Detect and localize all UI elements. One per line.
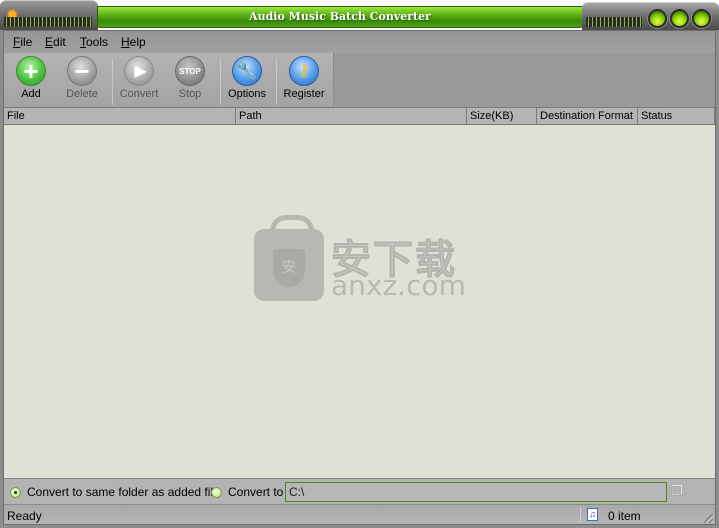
register-button-label: Register xyxy=(283,88,325,100)
title-bar-right-cap xyxy=(582,2,719,30)
file-list-header: File Path Size(KB) Destination Format St… xyxy=(4,108,715,125)
add-button-label: Add xyxy=(21,88,41,100)
maximize-button[interactable] xyxy=(670,9,689,28)
minimize-button[interactable] xyxy=(648,9,667,28)
menu-tools-label: ools xyxy=(86,35,109,49)
browse-folder-icon[interactable]: ❐ xyxy=(671,484,685,498)
column-status[interactable]: Status xyxy=(638,108,715,125)
title-bar[interactable]: ✹ Audio Music Batch Converter xyxy=(0,0,719,30)
wrench-icon: 🔧 xyxy=(232,56,262,86)
delete-button-label: Delete xyxy=(66,88,98,100)
watermark-en-text: anxz.com xyxy=(331,269,466,302)
music-file-icon: ♫ xyxy=(587,508,598,521)
title-bar-center[interactable]: Audio Music Batch Converter xyxy=(97,6,583,28)
output-path-input[interactable] xyxy=(285,482,667,502)
column-file[interactable]: File xyxy=(4,108,236,125)
column-path[interactable]: Path xyxy=(236,108,467,125)
key-icon: ⚷ xyxy=(289,56,319,86)
options-button-label: Options xyxy=(228,88,266,100)
delete-button[interactable]: − Delete xyxy=(55,56,109,106)
play-icon: ▶ xyxy=(124,56,154,86)
options-button[interactable]: 🔧 Options xyxy=(220,56,274,106)
output-options-bar: Convert to same folder as added file Con… xyxy=(4,478,715,504)
menu-edit-mnemonic: E xyxy=(45,35,54,49)
column-destination-format[interactable]: Destination Format xyxy=(537,108,638,125)
convert-button-label: Convert xyxy=(119,88,159,100)
menu-file[interactable]: File xyxy=(13,35,32,49)
menu-file-label: ile xyxy=(20,35,33,49)
decorative-grill xyxy=(4,17,92,27)
watermark-shield-icon: 安 xyxy=(273,249,305,287)
menu-edit-label: dit xyxy=(53,35,66,49)
resize-grip[interactable] xyxy=(701,511,713,523)
plus-icon: + xyxy=(16,56,46,86)
toolbar-empty-area xyxy=(334,53,715,107)
column-size[interactable]: Size(KB) xyxy=(467,108,537,125)
status-separator xyxy=(580,507,581,523)
convert-to-radio[interactable] xyxy=(211,487,222,498)
stop-icon: STOP xyxy=(175,56,205,86)
window-frame: File Edit Tools Help + Add − Delete ▶ Co… xyxy=(0,30,719,528)
add-button[interactable]: + Add xyxy=(4,56,58,106)
same-folder-label[interactable]: Convert to same folder as added file xyxy=(27,485,220,499)
stop-button[interactable]: STOP Stop xyxy=(163,56,217,106)
close-button[interactable] xyxy=(692,9,711,28)
same-folder-radio[interactable] xyxy=(10,487,21,498)
toolbar: + Add − Delete ▶ Convert STOP Stop 🔧 Opt… xyxy=(4,53,334,107)
menu-help[interactable]: Help xyxy=(121,35,146,49)
convert-button[interactable]: ▶ Convert xyxy=(112,56,166,106)
stop-button-label: Stop xyxy=(178,88,202,100)
item-count: 0 item xyxy=(608,509,641,523)
convert-to-label[interactable]: Convert to xyxy=(228,485,283,499)
file-list[interactable]: File Path Size(KB) Destination Format St… xyxy=(4,107,715,478)
decorative-grill xyxy=(586,17,642,27)
menu-tools[interactable]: Tools xyxy=(80,35,108,49)
menu-help-mnemonic: H xyxy=(121,35,130,49)
window-body: File Edit Tools Help + Add − Delete ▶ Co… xyxy=(3,30,716,525)
minus-icon: − xyxy=(67,56,97,86)
menu-help-label: elp xyxy=(129,35,146,49)
register-button[interactable]: ⚷ Register xyxy=(277,56,331,106)
status-bar: Ready ♫ 0 item xyxy=(4,504,715,524)
title-bar-left-cap: ✹ xyxy=(0,0,98,30)
menu-edit[interactable]: Edit xyxy=(45,35,66,49)
watermark-bag-icon: 安 xyxy=(254,215,324,301)
watermark-cn-text: 安下载 xyxy=(330,236,457,284)
menu-bar: File Edit Tools Help xyxy=(4,31,715,53)
watermark: 安 安下载 anxz.com xyxy=(251,215,471,302)
status-text: Ready xyxy=(7,509,42,523)
window-title: Audio Music Batch Converter xyxy=(249,10,431,23)
